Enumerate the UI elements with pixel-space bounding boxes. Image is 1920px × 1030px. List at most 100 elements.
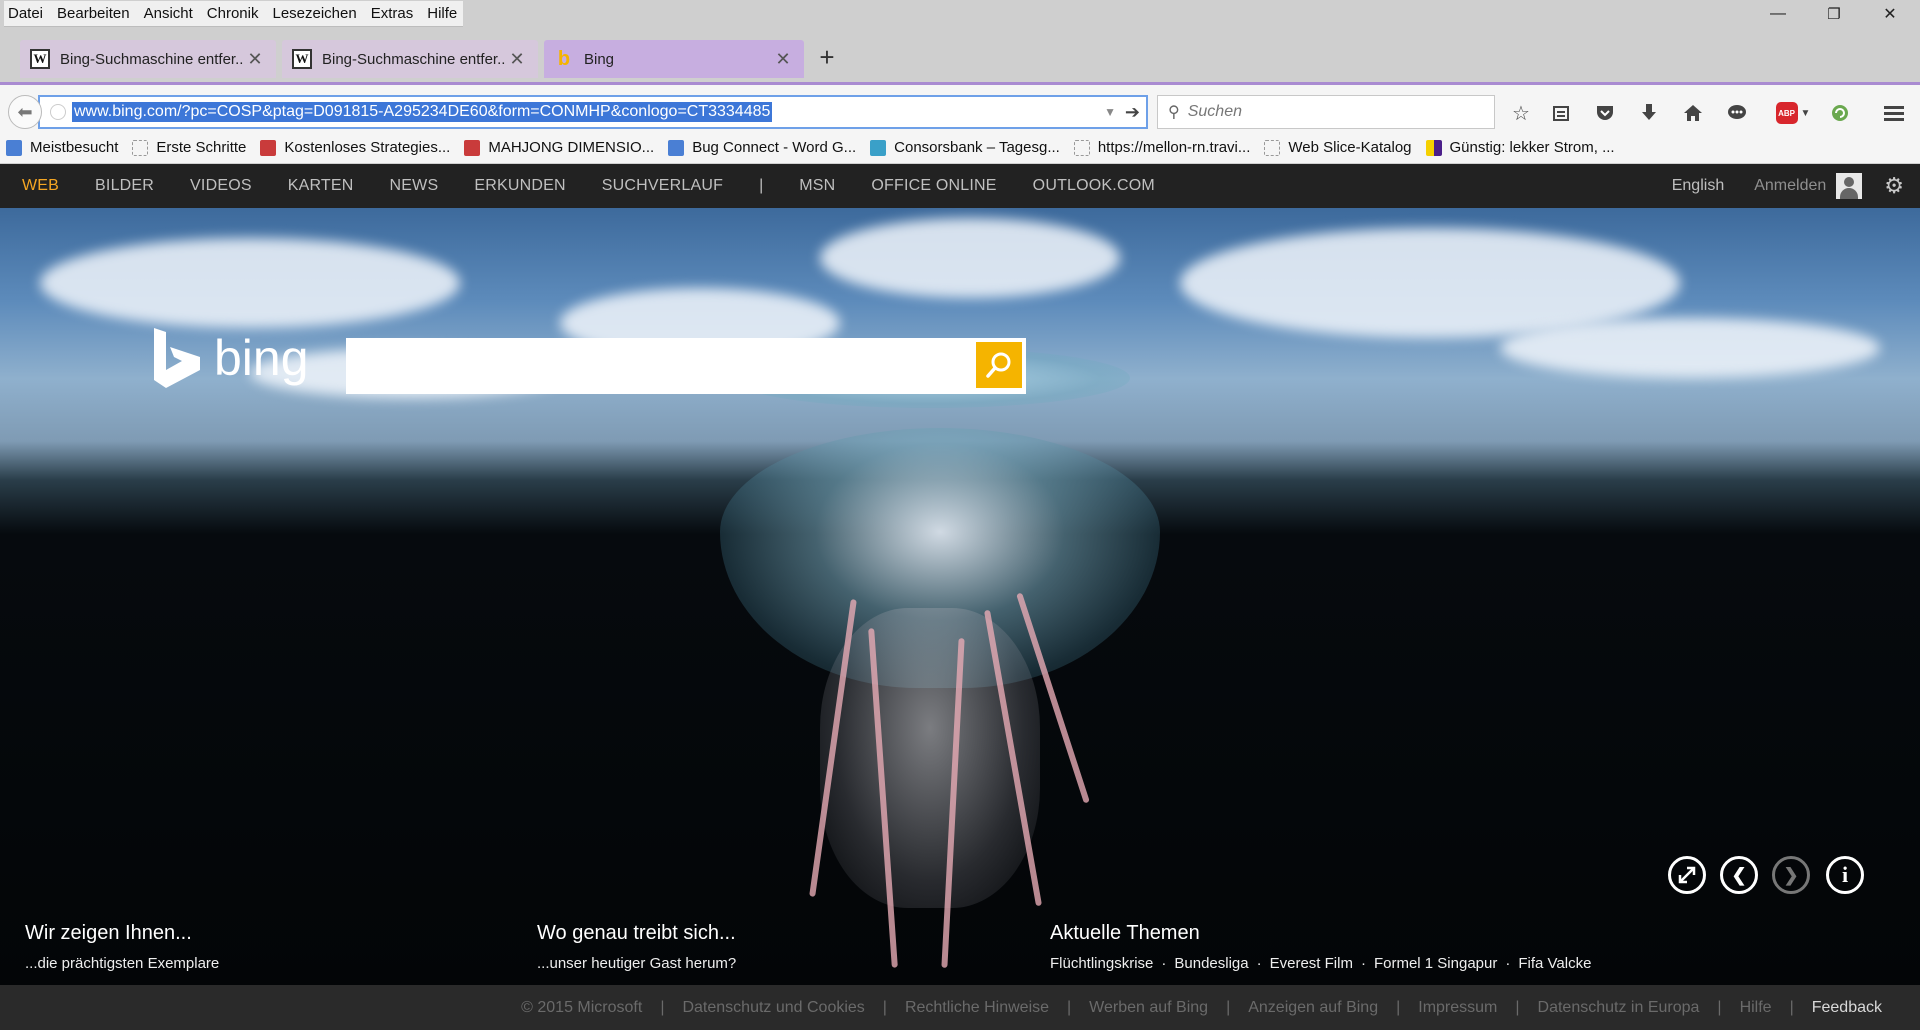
- footer-help-link[interactable]: Hilfe: [1740, 999, 1772, 1017]
- bookmark-page-icon: [1073, 139, 1090, 156]
- signin-link[interactable]: Anmelden: [1754, 177, 1826, 195]
- footer-feedback-link[interactable]: Feedback: [1812, 999, 1882, 1017]
- copyright: © 2015 Microsoft: [521, 998, 643, 1016]
- nav-msn[interactable]: MSN: [799, 177, 835, 195]
- nav-web[interactable]: WEB: [22, 177, 59, 195]
- nav-office-online[interactable]: OFFICE ONLINE: [871, 177, 996, 195]
- nav-explore[interactable]: ERKUNDEN: [474, 177, 565, 195]
- footer-separator: |: [1396, 998, 1401, 1016]
- info-button[interactable]: i: [1826, 856, 1864, 894]
- fullscreen-button[interactable]: [1668, 856, 1706, 894]
- new-tab-button[interactable]: +: [812, 42, 842, 72]
- bing-logo[interactable]: bing: [152, 326, 309, 390]
- bookmark-site-icon: [870, 139, 887, 156]
- url-text[interactable]: www.bing.com/?pc=COSP&ptag=D091815-A2952…: [72, 102, 773, 122]
- home-icon[interactable]: [1679, 99, 1707, 127]
- footer-separator: |: [1515, 998, 1520, 1016]
- hero-background: bing ❮ ❯ i Wir zeigen Ihnen... ...die pr…: [0, 208, 1920, 985]
- bookmark-site-icon: [1425, 139, 1442, 156]
- menu-bookmarks[interactable]: Lesezeichen: [272, 5, 356, 22]
- teaser-subtext: ...unser heutiger Gast herum?: [537, 955, 737, 972]
- nav-images[interactable]: BILDER: [95, 177, 154, 195]
- footer-legal-link[interactable]: Rechtliche Hinweise: [905, 999, 1049, 1017]
- nav-toolbar: www.bing.com/?pc=COSP&ptag=D091815-A2952…: [0, 82, 1920, 132]
- cloud-shape: [1500, 318, 1880, 378]
- topic-link[interactable]: Fifa Valcke: [1518, 955, 1591, 972]
- topic-link[interactable]: Everest Film: [1270, 955, 1353, 972]
- nav-outlook[interactable]: OUTLOOK.COM: [1033, 177, 1155, 195]
- url-dropdown-icon[interactable]: ▼: [1104, 105, 1116, 119]
- restore-button[interactable]: ❐: [1806, 0, 1862, 28]
- footer-advertise-link[interactable]: Werben auf Bing: [1089, 999, 1208, 1017]
- menu-history[interactable]: Chronik: [207, 5, 259, 22]
- nav-search-history[interactable]: SUCHVERLAUF: [602, 177, 723, 195]
- footer-imprint-link[interactable]: Impressum: [1418, 999, 1497, 1017]
- wiki-favicon-icon: W: [30, 49, 50, 69]
- bing-favicon-icon: b: [557, 47, 571, 70]
- bookmark-item[interactable]: MAHJONG DIMENSIO...: [464, 139, 654, 156]
- close-window-button[interactable]: ✕: [1862, 0, 1918, 28]
- teaser-heading: Wir zeigen Ihnen...: [25, 922, 192, 944]
- bookmark-label: https://mellon-rn.travi...: [1097, 139, 1251, 156]
- search-input[interactable]: [346, 338, 972, 394]
- chat-icon[interactable]: [1723, 99, 1751, 127]
- teaser-1[interactable]: Wir zeigen Ihnen... ...die prächtigsten …: [25, 922, 219, 972]
- extension-refresh-icon[interactable]: [1826, 99, 1854, 127]
- nav-maps[interactable]: KARTEN: [288, 177, 354, 195]
- back-button[interactable]: ⬅: [8, 95, 42, 129]
- footer-separator: |: [1717, 998, 1722, 1016]
- bookmark-item[interactable]: Kostenloses Strategies...: [260, 139, 450, 156]
- next-image-button[interactable]: ❯: [1772, 856, 1810, 894]
- footer-eu-privacy-link[interactable]: Datenschutz in Europa: [1538, 999, 1700, 1017]
- language-link[interactable]: English: [1672, 177, 1724, 195]
- bookmark-label: Kostenloses Strategies...: [284, 139, 451, 156]
- adblock-icon[interactable]: ABP ▼: [1773, 99, 1813, 127]
- minimize-button[interactable]: —: [1750, 0, 1806, 28]
- bookmark-item[interactable]: Erste Schritte: [132, 139, 246, 156]
- reader-list-icon[interactable]: [1547, 99, 1575, 127]
- nav-news[interactable]: NEWS: [390, 177, 439, 195]
- previous-image-button[interactable]: ❮: [1720, 856, 1758, 894]
- bookmark-item[interactable]: Consorsbank – Tagesg...: [870, 139, 1060, 156]
- topic-separator: ·: [1360, 955, 1366, 972]
- search-button[interactable]: [976, 342, 1022, 388]
- menu-tools[interactable]: Extras: [371, 5, 414, 22]
- menu-file[interactable]: Datei: [8, 5, 43, 22]
- bookmark-item[interactable]: Web Slice-Katalog: [1264, 139, 1412, 156]
- footer-privacy-link[interactable]: Datenschutz und Cookies: [682, 999, 864, 1017]
- footer-ads-link[interactable]: Anzeigen auf Bing: [1248, 999, 1378, 1017]
- go-arrow-icon[interactable]: ➔: [1125, 102, 1140, 123]
- pocket-icon[interactable]: [1591, 99, 1619, 127]
- topic-link[interactable]: Bundesliga: [1174, 955, 1248, 972]
- bookmark-item[interactable]: Günstig: lekker Strom, ...: [1425, 139, 1615, 156]
- topic-link[interactable]: Flüchtlingskrise: [1050, 955, 1153, 972]
- teaser-2[interactable]: Wo genau treibt sich... ...unser heutige…: [537, 922, 736, 972]
- download-icon[interactable]: [1635, 99, 1663, 127]
- search-icon: [986, 352, 1011, 378]
- topic-separator: ·: [1505, 955, 1511, 972]
- bookmark-site-icon: [464, 139, 481, 156]
- search-bar[interactable]: ⚲ Suchen: [1157, 95, 1495, 129]
- tab-bing[interactable]: b Bing ✕: [544, 40, 804, 78]
- topic-link[interactable]: Formel 1 Singapur: [1374, 955, 1497, 972]
- gear-icon[interactable]: ⚙: [1884, 173, 1904, 199]
- menu-edit[interactable]: Bearbeiten: [57, 5, 130, 22]
- close-tab-icon[interactable]: ✕: [244, 49, 266, 70]
- bookmark-label: Web Slice-Katalog: [1288, 139, 1412, 156]
- bookmark-item[interactable]: Meistbesucht: [6, 139, 118, 156]
- nav-videos[interactable]: VIDEOS: [190, 177, 252, 195]
- search-box: [346, 338, 1026, 394]
- bookmark-star-icon[interactable]: ☆: [1507, 99, 1535, 127]
- avatar[interactable]: [1836, 173, 1863, 199]
- tab-bing-removal-2[interactable]: W Bing-Suchmaschine entfer... ✕: [282, 40, 538, 78]
- bookmark-item[interactable]: Bug Connect - Word G...: [668, 139, 856, 156]
- close-tab-icon[interactable]: ✕: [506, 49, 528, 70]
- site-info-icon[interactable]: [50, 104, 66, 120]
- hamburger-menu-icon[interactable]: [1880, 99, 1908, 127]
- url-bar[interactable]: www.bing.com/?pc=COSP&ptag=D091815-A2952…: [38, 95, 1148, 129]
- tab-bing-removal-1[interactable]: W Bing-Suchmaschine entfer... ✕: [20, 40, 276, 78]
- menu-help[interactable]: Hilfe: [427, 5, 457, 22]
- close-tab-icon[interactable]: ✕: [772, 49, 794, 70]
- menu-view[interactable]: Ansicht: [144, 5, 193, 22]
- bookmark-item[interactable]: https://mellon-rn.travi...: [1073, 139, 1251, 156]
